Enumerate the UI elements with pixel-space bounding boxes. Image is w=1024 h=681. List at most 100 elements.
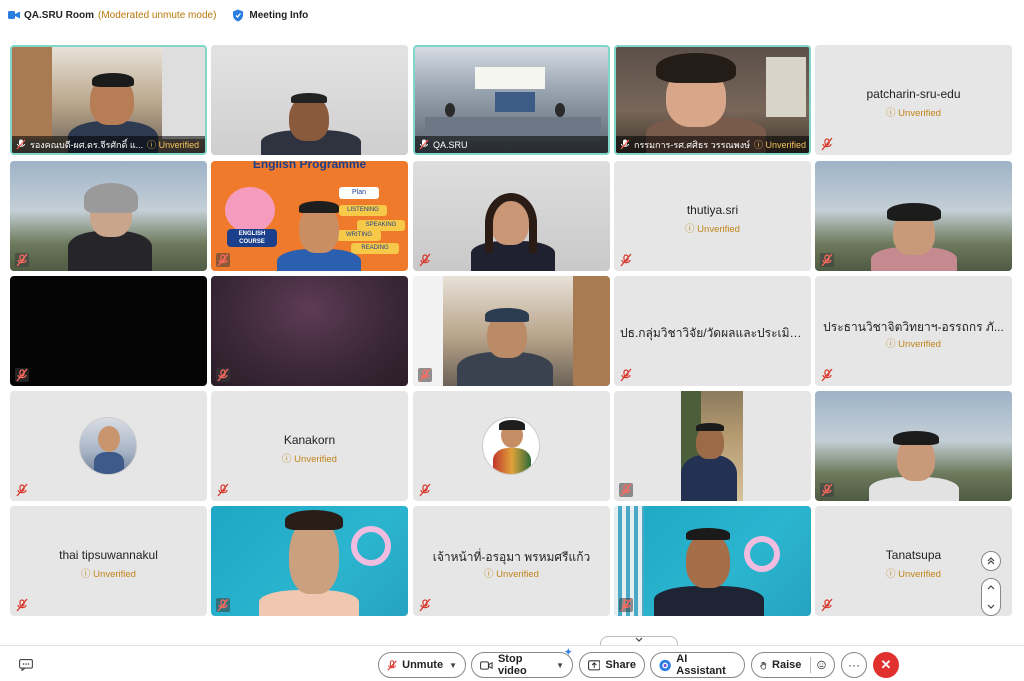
course-chip: READING (351, 243, 399, 254)
participant-name: thai tipsuwannakul (59, 548, 158, 562)
participant-tile[interactable] (413, 391, 610, 501)
microphone-muted-icon (821, 368, 833, 382)
course-chip: LISTENING (339, 205, 387, 216)
page-scroller[interactable] (981, 578, 1001, 616)
chevron-up-icon[interactable] (986, 583, 996, 591)
participant-tile[interactable]: ประธานวิชาจิตวิทยาฯ-อรรถกร ภั... ⓘ Unver… (815, 276, 1012, 386)
participant-tile[interactable]: English Programme ENGLISH COURSE Plan LI… (211, 161, 408, 271)
unverified-badge: ⓘ Unverified (886, 339, 941, 350)
participant-name: กรรมการ-รศ.ศศิธร วรรณพงษ์ (634, 139, 751, 150)
chevron-down-icon[interactable] (986, 603, 996, 611)
reaction-emoji-icon[interactable] (817, 658, 826, 672)
participant-name: patcharin-sru-edu (866, 87, 961, 101)
shield-icon[interactable] (232, 9, 244, 22)
chevron-down-icon[interactable]: ▼ (556, 661, 564, 670)
participant-tile[interactable] (413, 276, 610, 386)
microphone-muted-icon (620, 253, 632, 267)
ai-assistant-icon (659, 659, 671, 671)
participant-name: QA.SRU (433, 139, 468, 150)
chevron-down-icon (635, 637, 643, 642)
participant-tile[interactable] (211, 506, 408, 616)
participant-name: Kanakorn (283, 433, 336, 447)
microphone-muted-icon (419, 483, 431, 497)
microphone-muted-icon (15, 253, 29, 267)
participant-tile[interactable] (211, 45, 408, 155)
stop-video-label: Stop video (497, 653, 527, 677)
chevron-double-up-icon (987, 557, 995, 565)
participant-name: เจ้าหน้าที่-อรอุมา พรหมศรีแก้ว (432, 550, 591, 564)
unverified-badge: ⓘ Unverified (754, 140, 807, 150)
more-icon: ··· (848, 658, 860, 672)
stop-video-button[interactable]: Stop video ▼ ✦ (471, 647, 573, 678)
course-chip: WRITING (337, 230, 381, 241)
participant-tile[interactable]: thutiya.sri ⓘ Unverified (614, 161, 811, 271)
room-name: QA.SRU Room (24, 9, 94, 21)
microphone-muted-icon (15, 368, 29, 382)
scroll-top-button[interactable] (981, 551, 1001, 571)
participant-tile[interactable]: รองคณบดี-ผศ.ดร.จีรศักดิ์ แ... ⓘ Unverifi… (10, 45, 207, 155)
participant-label: รองคณบดี-ผศ.ดร.จีรศักดิ์ แ... ⓘ Unverifi… (12, 136, 205, 153)
participant-tile[interactable] (413, 161, 610, 271)
meeting-info-button[interactable]: Meeting Info (249, 10, 308, 21)
more-options-button[interactable]: ··· (841, 652, 867, 678)
unverified-badge: ⓘ Unverified (484, 569, 539, 580)
microphone-muted-icon (216, 253, 230, 267)
microphone-muted-icon (217, 483, 229, 497)
sparkle-icon: ✦ (564, 647, 572, 657)
participant-tile[interactable]: กรรมการ-รศ.ศศิธร วรรณพงษ์ ⓘ Unverified (614, 45, 811, 155)
participant-label: กรรมการ-รศ.ศศิธร วรรณพงษ์ ⓘ Unverified (616, 136, 809, 153)
unverified-badge: ⓘ Unverified (147, 140, 200, 150)
participant-tile[interactable] (815, 161, 1012, 271)
avatar (79, 417, 137, 475)
microphone-muted-icon (16, 139, 26, 150)
microphone-muted-icon (820, 483, 834, 497)
divider (810, 657, 812, 673)
unverified-badge: ⓘ Unverified (886, 569, 941, 580)
ai-assistant-button[interactable]: AI Assistant (650, 652, 745, 678)
participant-tile[interactable]: ปธ.กลุ่มวิชาวิจัย/วัดผลและประเมิน... (614, 276, 811, 386)
participant-tile[interactable]: patcharin-sru-edu ⓘ Unverified (815, 45, 1012, 155)
chat-icon[interactable] (19, 659, 33, 671)
meeting-top-bar: QA.SRU Room (Moderated unmute mode) Meet… (0, 0, 1024, 30)
unverified-badge: ⓘ Unverified (685, 224, 740, 235)
share-button[interactable]: Share (579, 652, 645, 678)
raise-hand-button[interactable]: Raise (751, 652, 835, 678)
leave-meeting-button[interactable]: ✕ (873, 652, 899, 678)
participant-tile[interactable] (614, 391, 811, 501)
share-screen-icon (588, 659, 601, 670)
microphone-muted-icon (418, 368, 432, 382)
participant-name: ประธานวิชาจิตวิทยาฯ-อรรถกร ภั... (823, 320, 1004, 334)
participant-name: รองคณบดี-ผศ.ดร.จีรศักดิ์ แ... (30, 139, 144, 150)
participant-tile[interactable]: thai tipsuwannakul ⓘ Unverified (10, 506, 207, 616)
unverified-badge: ⓘ Unverified (282, 454, 337, 465)
microphone-muted-icon (620, 139, 630, 150)
participant-tile[interactable] (211, 276, 408, 386)
participant-tile[interactable]: เจ้าหน้าที่-อรอุมา พรหมศรีแก้ว ⓘ Unverif… (413, 506, 610, 616)
microphone-muted-icon (16, 483, 28, 497)
participant-name: thutiya.sri (686, 203, 739, 217)
unmute-button[interactable]: Unmute ▼ (378, 652, 466, 678)
video-camera-icon (480, 660, 493, 670)
unverified-badge: ⓘ Unverified (886, 108, 941, 119)
microphone-muted-icon (620, 368, 632, 382)
participant-tile[interactable] (815, 391, 1012, 501)
participant-tile[interactable] (10, 391, 207, 501)
share-label: Share (605, 659, 636, 671)
participant-tile[interactable] (10, 161, 207, 271)
meeting-controls-bar: Unmute ▼ Stop video ▼ ✦ Share AI Assista… (0, 645, 1024, 681)
course-banner: English Programme (252, 161, 367, 171)
course-label: ENGLISH COURSE (227, 229, 277, 247)
participant-label: QA.SRU (415, 136, 608, 153)
microphone-muted-icon (419, 598, 431, 612)
participant-tile[interactable]: Kanakorn ⓘ Unverified (211, 391, 408, 501)
participant-tile[interactable] (10, 276, 207, 386)
chevron-down-icon[interactable]: ▼ (449, 661, 457, 670)
participant-tile[interactable] (614, 506, 811, 616)
participant-tile[interactable]: QA.SRU (413, 45, 610, 155)
unmute-label: Unmute (402, 659, 444, 671)
ai-assistant-label: AI Assistant (676, 653, 726, 677)
microphone-muted-icon (619, 483, 633, 497)
raise-hand-icon (760, 661, 767, 670)
microphone-muted-icon (387, 659, 397, 671)
microphone-muted-icon (216, 368, 230, 382)
